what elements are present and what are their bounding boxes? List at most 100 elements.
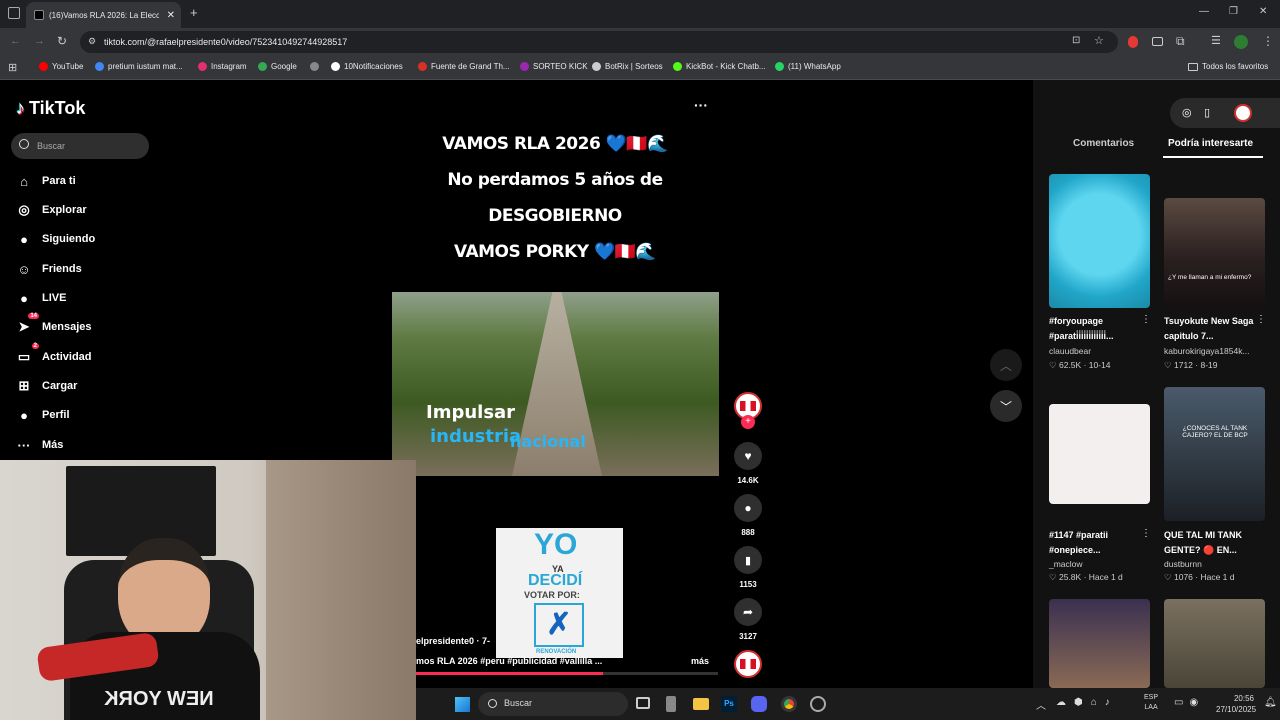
file-explorer-icon[interactable] <box>693 698 709 710</box>
video-author[interactable]: elpresidente0 · 7- <box>416 636 490 646</box>
bookmark-grand-theft[interactable]: Fuente de Grand Th... <box>418 62 510 71</box>
app-icon[interactable] <box>810 696 826 712</box>
restore-button[interactable]: ❐ <box>1229 6 1238 17</box>
new-tab-button[interactable]: + <box>190 5 198 20</box>
reading-list-icon[interactable]: ☰ <box>1211 34 1221 47</box>
app-icon[interactable] <box>666 696 676 712</box>
like-button[interactable]: ♥ <box>734 442 762 470</box>
discord-icon[interactable] <box>751 696 767 712</box>
site-info-icon[interactable]: ⚙ <box>88 36 96 47</box>
related-video-card[interactable]: ¿CONOCES AL TANK CAJERO? EL DE BCP QUE T… <box>1164 387 1265 584</box>
bookmark-google[interactable]: Google <box>258 62 297 71</box>
video-clip-orchard[interactable]: Impulsar industria nacional <box>392 292 719 476</box>
video-thumbnail[interactable] <box>1164 599 1265 688</box>
back-icon[interactable]: ← <box>10 35 21 47</box>
card-options-icon[interactable]: ⋮ <box>1256 314 1266 325</box>
video-thumbnail[interactable] <box>1049 599 1150 688</box>
peru-flag-icon <box>740 659 756 669</box>
bookmark-instagram[interactable]: Instagram <box>198 62 247 71</box>
minimize-button[interactable]: — <box>1199 6 1209 17</box>
sidebar-item-live[interactable]: ● LIVE <box>16 290 66 306</box>
sidebar-item-más[interactable]: ··· Más <box>16 437 64 453</box>
bookmark-pretium[interactable]: pretium iustum mat... <box>95 62 183 71</box>
sidebar-item-actividad[interactable]: ▭ 2 Actividad <box>16 343 92 365</box>
bookmark-youtube[interactable]: YouTube <box>39 62 83 71</box>
card-options-icon[interactable]: ⋮ <box>1141 314 1151 325</box>
compass-icon[interactable]: ◎ <box>1182 106 1192 119</box>
profile-avatar[interactable] <box>1234 35 1248 49</box>
card-options-icon[interactable]: ⋮ <box>1141 528 1151 539</box>
prev-video-button[interactable]: ︿ <box>990 349 1022 381</box>
profile-avatar-icon: ● <box>20 407 28 423</box>
search-input[interactable]: Buscar <box>11 133 149 159</box>
sidebar-item-mensajes[interactable]: ➤ 14 Mensajes <box>16 313 92 335</box>
sound-avatar[interactable] <box>734 650 762 678</box>
poster-party: RENOVACIÓN <box>536 649 577 655</box>
all-favorites[interactable]: Todos los favoritos <box>1188 62 1268 71</box>
tab-search-icon[interactable] <box>8 7 20 19</box>
system-tray-icons[interactable]: ▭◉ <box>1174 697 1204 708</box>
next-video-button[interactable]: ﹀ <box>990 390 1022 422</box>
sidebar-item-para-ti[interactable]: ⌂ Para ti <box>16 173 76 189</box>
sidebar-item-cargar[interactable]: ⊞ Cargar <box>16 378 78 394</box>
video-options-icon[interactable]: ··· <box>694 97 708 113</box>
related-video-card[interactable]: #foryoupage #parati̇i̇i̇i̇i̇i̇i̇i̇i̇i̇i̇… <box>1049 174 1151 374</box>
bookmark-globe[interactable] <box>310 62 323 71</box>
url-input[interactable]: ⚙ tiktok.com/@rafaelpresidente0/video/75… <box>80 31 1118 53</box>
sidebar-item-friends[interactable]: ☺ Friends <box>16 261 81 277</box>
video-progress[interactable] <box>416 672 718 675</box>
bookmark-notificaciones[interactable]: 10Notificaciones <box>331 62 403 71</box>
browser-tab[interactable]: (16)Vamos RLA 2026: La Elecci ✕ <box>26 2 181 28</box>
tray-icons[interactable]: ☁⬢⌂♪ <box>1056 697 1118 708</box>
reload-icon[interactable]: ↻ <box>57 34 67 48</box>
share-button[interactable]: ➦ <box>734 598 762 626</box>
extension-red-icon[interactable] <box>1128 36 1138 48</box>
forward-icon[interactable]: → <box>34 35 45 47</box>
extension-icon[interactable] <box>1152 37 1163 46</box>
active-tab-underline <box>1163 156 1263 158</box>
menu-icon[interactable]: ⋮ <box>1262 34 1274 48</box>
install-app-icon[interactable]: ⊡ <box>1072 35 1080 46</box>
comment-count: 888 <box>741 528 755 537</box>
sidebar-item-explorar[interactable]: ◎ Explorar <box>16 202 86 218</box>
follow-plus-icon[interactable]: + <box>741 415 755 429</box>
bookmark-sorteo-kick[interactable]: SORTEO KICK <box>520 62 588 71</box>
bookmark-whatsapp[interactable]: (11) WhatsApp <box>775 62 841 71</box>
taskbar-search[interactable]: Buscar <box>478 692 628 716</box>
caption-more-link[interactable]: más <box>691 656 709 666</box>
language-indicator[interactable]: ESP LAA <box>1144 693 1158 713</box>
tab-related[interactable]: Podría interesarte <box>1168 138 1253 149</box>
clip-caption-1: Impulsar <box>426 402 516 423</box>
overlay-line-1: VAMOS RLA 2026 💙🇵🇪🌊 <box>442 134 668 154</box>
bookmark-kickbot[interactable]: KickBot - Kick Chatb... <box>673 62 766 71</box>
device-icon[interactable]: ▯ <box>1204 106 1210 119</box>
photoshop-icon[interactable]: Ps <box>721 696 737 712</box>
sidebar-item-perfil[interactable]: ● Perfil <box>16 407 70 423</box>
comment-button[interactable]: ● <box>734 494 762 522</box>
related-video-card[interactable]: ¿Y me llaman a mi enfermo? Tsuyokute New… <box>1164 198 1266 374</box>
video-text-overlay: VAMOS RLA 2026 💙🇵🇪🌊 No perdamos 5 años d… <box>420 126 690 270</box>
puzzle-icon[interactable]: ⧉ <box>1176 34 1185 49</box>
user-avatar[interactable] <box>1234 104 1252 122</box>
video-progress-fill <box>416 672 604 675</box>
sidebar-item-label: Perfil <box>42 409 70 421</box>
window-close-button[interactable]: ✕ <box>1259 6 1267 17</box>
notification-badge: 14 <box>28 313 39 319</box>
close-icon[interactable]: ✕ <box>167 10 175 21</box>
chevron-up-icon: ︿ <box>999 358 1012 373</box>
apps-grid-icon[interactable]: ⊞ <box>8 61 17 74</box>
tab-comments[interactable]: Comentarios <box>1073 138 1134 149</box>
sidebar-item-siguiendo[interactable]: ● Siguiendo <box>16 231 95 247</box>
tiktok-logo[interactable]: ♪ TikTok <box>16 98 85 119</box>
task-view-icon[interactable] <box>636 697 650 709</box>
save-button[interactable]: ▮ <box>734 546 762 574</box>
notification-bell-icon[interactable]: 🔔︎ <box>1264 697 1277 708</box>
card-stats: ♡ 1076 · Hace 1 d <box>1164 572 1235 582</box>
related-video-card[interactable]: #1147 #paratii #onepiece... _maclow ♡ 25… <box>1049 404 1151 584</box>
windows-start-icon[interactable] <box>455 697 470 712</box>
bookmark-botrix[interactable]: BotRix | Sorteos <box>592 62 663 71</box>
star-icon[interactable]: ☆ <box>1094 34 1104 47</box>
clock[interactable]: 20:56 27/10/2025 <box>1216 693 1256 715</box>
chrome-icon[interactable] <box>781 696 797 712</box>
tray-overflow-icon[interactable]: ︿ <box>1036 697 1046 712</box>
